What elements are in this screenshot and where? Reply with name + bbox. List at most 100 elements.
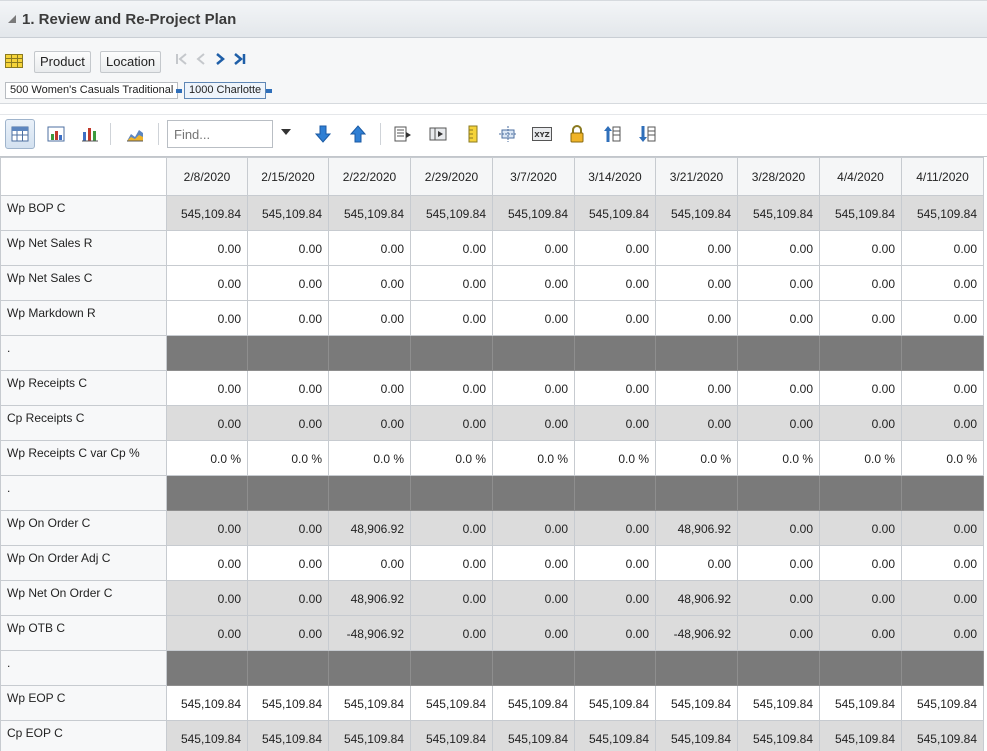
table-view-button[interactable] [5,119,35,149]
grid-cell[interactable]: 0.0 % [737,440,820,476]
grid-cell[interactable]: 545,109.84 [247,685,329,721]
grid-cell[interactable]: 545,109.84 [492,720,575,751]
row-header-measure[interactable]: Wp Receipts C [0,370,167,406]
chart-view-button[interactable] [75,119,105,149]
grid-cell[interactable]: 0.00 [410,510,493,546]
grid-cell[interactable]: 545,109.84 [247,720,329,751]
grid-cell[interactable]: 545,109.84 [492,195,575,231]
grid-cell[interactable]: 0.00 [737,370,820,406]
grid-cell[interactable]: 0.00 [492,615,575,651]
grid-cell[interactable]: 0.00 [901,370,984,406]
grid-cell[interactable]: 0.00 [247,510,329,546]
grid-cell[interactable]: -48,906.92 [328,615,411,651]
grid-cell[interactable]: 0.00 [737,545,820,581]
sort-descending-button[interactable] [632,119,662,149]
grid-cell[interactable]: 48,906.92 [328,510,411,546]
row-header-measure[interactable]: Wp BOP C [0,195,167,231]
grid-cell[interactable]: 0.00 [247,405,329,441]
row-header-measure[interactable]: Wp OTB C [0,615,167,651]
grid-cell[interactable]: 0.0 % [328,440,411,476]
grid-cell[interactable]: 0.00 [410,265,493,301]
grid-cell[interactable]: 0.00 [819,370,902,406]
grid-cell[interactable]: 0.00 [166,265,248,301]
grid-cell[interactable]: 0.00 [492,405,575,441]
row-header-measure[interactable]: Wp Net On Order C [0,580,167,616]
row-header-measure[interactable]: Cp Receipts C [0,405,167,441]
grid-cell[interactable]: 0.00 [166,405,248,441]
grid-cell[interactable]: 0.00 [574,405,656,441]
find-previous-button[interactable] [343,119,373,149]
grid-cell[interactable]: 0.00 [901,580,984,616]
grid-cell[interactable]: 545,109.84 [655,720,738,751]
location-dimension-button[interactable]: Location [100,51,162,73]
grid-cell[interactable]: 0.00 [492,230,575,266]
last-page-icon[interactable] [231,51,247,67]
column-header-date[interactable]: 4/11/2020 [901,157,984,196]
grid-cell[interactable]: 0.00 [410,300,493,336]
grid-cell[interactable]: 545,109.84 [737,195,820,231]
grid-cell[interactable]: 0.00 [901,265,984,301]
grid-cell[interactable]: 0.00 [247,230,329,266]
row-header-measure[interactable]: . [0,650,167,686]
grid-cell[interactable]: 0.00 [901,545,984,581]
grid-cell[interactable]: 0.00 [655,545,738,581]
grid-cell[interactable]: 0.00 [247,265,329,301]
grid-cell[interactable]: 0.00 [492,580,575,616]
next-page-icon[interactable] [212,51,228,67]
row-header-measure[interactable]: Wp On Order C [0,510,167,546]
grid-cell[interactable]: 545,109.84 [166,685,248,721]
grid-cell[interactable]: 0.00 [574,230,656,266]
grid-cell[interactable]: 545,109.84 [819,685,902,721]
show-hide-button[interactable] [423,119,453,149]
grid-cell[interactable]: 0.00 [410,230,493,266]
spread-button[interactable] [493,119,523,149]
grid-cell[interactable]: 545,109.84 [410,195,493,231]
grid-cell[interactable]: 0.00 [166,510,248,546]
grid-cell[interactable]: 0.00 [574,370,656,406]
grid-cell[interactable]: 0.00 [819,580,902,616]
grid-cell[interactable]: 0.00 [166,580,248,616]
labels-button[interactable]: XYZ [527,119,557,149]
column-header-date[interactable]: 4/4/2020 [819,157,902,196]
grid-cell[interactable]: 0.0 % [247,440,329,476]
grid-cell[interactable]: 0.00 [819,405,902,441]
grid-cell[interactable]: 0.00 [492,370,575,406]
grid-cell[interactable]: 0.0 % [901,440,984,476]
grid-cell[interactable]: 0.00 [166,370,248,406]
ruler-button[interactable] [458,119,488,149]
column-header-date[interactable]: 3/28/2020 [737,157,820,196]
format-button[interactable] [388,119,418,149]
grid-cell[interactable]: 0.0 % [574,440,656,476]
grid-cell[interactable]: 545,109.84 [166,720,248,751]
grid-cell[interactable]: 0.00 [410,580,493,616]
grid-cell[interactable]: 0.00 [166,545,248,581]
grid-cell[interactable]: 0.00 [737,405,820,441]
grid-cell[interactable]: 0.00 [574,580,656,616]
grid-cell[interactable]: 0.00 [819,265,902,301]
column-header-date[interactable]: 2/15/2020 [247,157,329,196]
grid-cell[interactable]: 0.00 [574,265,656,301]
grid-cell[interactable]: 545,109.84 [410,685,493,721]
grid-cell[interactable]: 0.00 [492,545,575,581]
row-header-measure[interactable]: Wp Receipts C var Cp % [0,440,167,476]
first-page-icon[interactable] [174,51,190,67]
grid-cell[interactable]: 545,109.84 [901,720,984,751]
grid-cell[interactable]: 0.00 [655,265,738,301]
grid-cell[interactable]: 545,109.84 [410,720,493,751]
grid-cell[interactable]: 48,906.92 [655,510,738,546]
grid-cell[interactable]: 0.00 [574,300,656,336]
row-header-measure[interactable]: Wp EOP C [0,685,167,721]
product-breadcrumb[interactable]: 500 Women's Casuals Traditional [5,82,179,99]
grid-cell[interactable]: 545,109.84 [655,195,738,231]
column-header-date[interactable]: 3/21/2020 [655,157,738,196]
grid-cell[interactable]: 0.00 [574,615,656,651]
find-input[interactable] [167,120,273,148]
grid-cell[interactable]: 0.00 [737,615,820,651]
grid-cell[interactable]: 0.00 [166,615,248,651]
grid-cell[interactable]: 0.00 [410,615,493,651]
grid-cell[interactable]: 0.0 % [819,440,902,476]
row-header-measure[interactable]: Cp EOP C [0,720,167,751]
grid-cell[interactable]: 0.0 % [492,440,575,476]
grid-cell[interactable]: 0.00 [410,545,493,581]
grid-cell[interactable]: 0.00 [166,300,248,336]
